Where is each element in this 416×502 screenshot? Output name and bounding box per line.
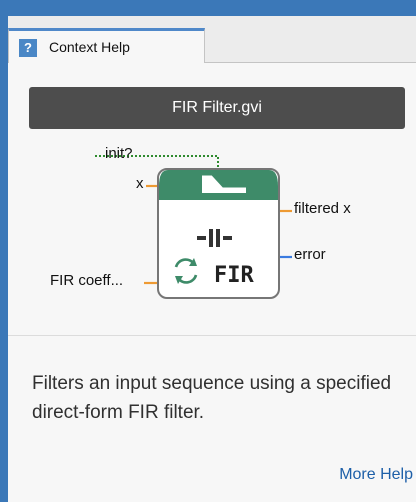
vi-icon-diagram	[95, 155, 292, 299]
more-help-link[interactable]: More Help	[339, 466, 413, 484]
window-left-edge	[0, 0, 8, 502]
help-question-icon: ?	[19, 39, 37, 57]
window-top-strip	[0, 0, 416, 16]
vi-title: FIR Filter.gvi	[29, 87, 405, 129]
vi-connector-diagram: init? x FIR coeff... filtered x error FI…	[8, 143, 416, 333]
terminal-x-label: x	[136, 175, 144, 192]
tab-context-help[interactable]: ? Context Help	[8, 28, 205, 64]
vi-glyph-text: FIR	[214, 263, 254, 288]
terminal-init-label: init?	[105, 145, 133, 162]
terminal-coeff-label: FIR coeff...	[50, 272, 124, 289]
delay-glyph-left	[197, 236, 206, 240]
tab-label: Context Help	[49, 39, 130, 55]
delay-glyph-bar-right	[216, 229, 220, 247]
context-help-panel: FIR Filter.gvi init? x FIR coeff... filt…	[8, 63, 416, 502]
terminal-error-label: error	[294, 246, 326, 263]
section-divider	[8, 335, 416, 336]
terminal-filtered-label: filtered x	[294, 200, 351, 217]
vi-description: Filters an input sequence using a specif…	[32, 373, 392, 423]
delay-glyph-right	[223, 236, 232, 240]
delay-glyph-bar-left	[209, 229, 213, 247]
tab-bar: ? Context Help	[8, 16, 416, 64]
